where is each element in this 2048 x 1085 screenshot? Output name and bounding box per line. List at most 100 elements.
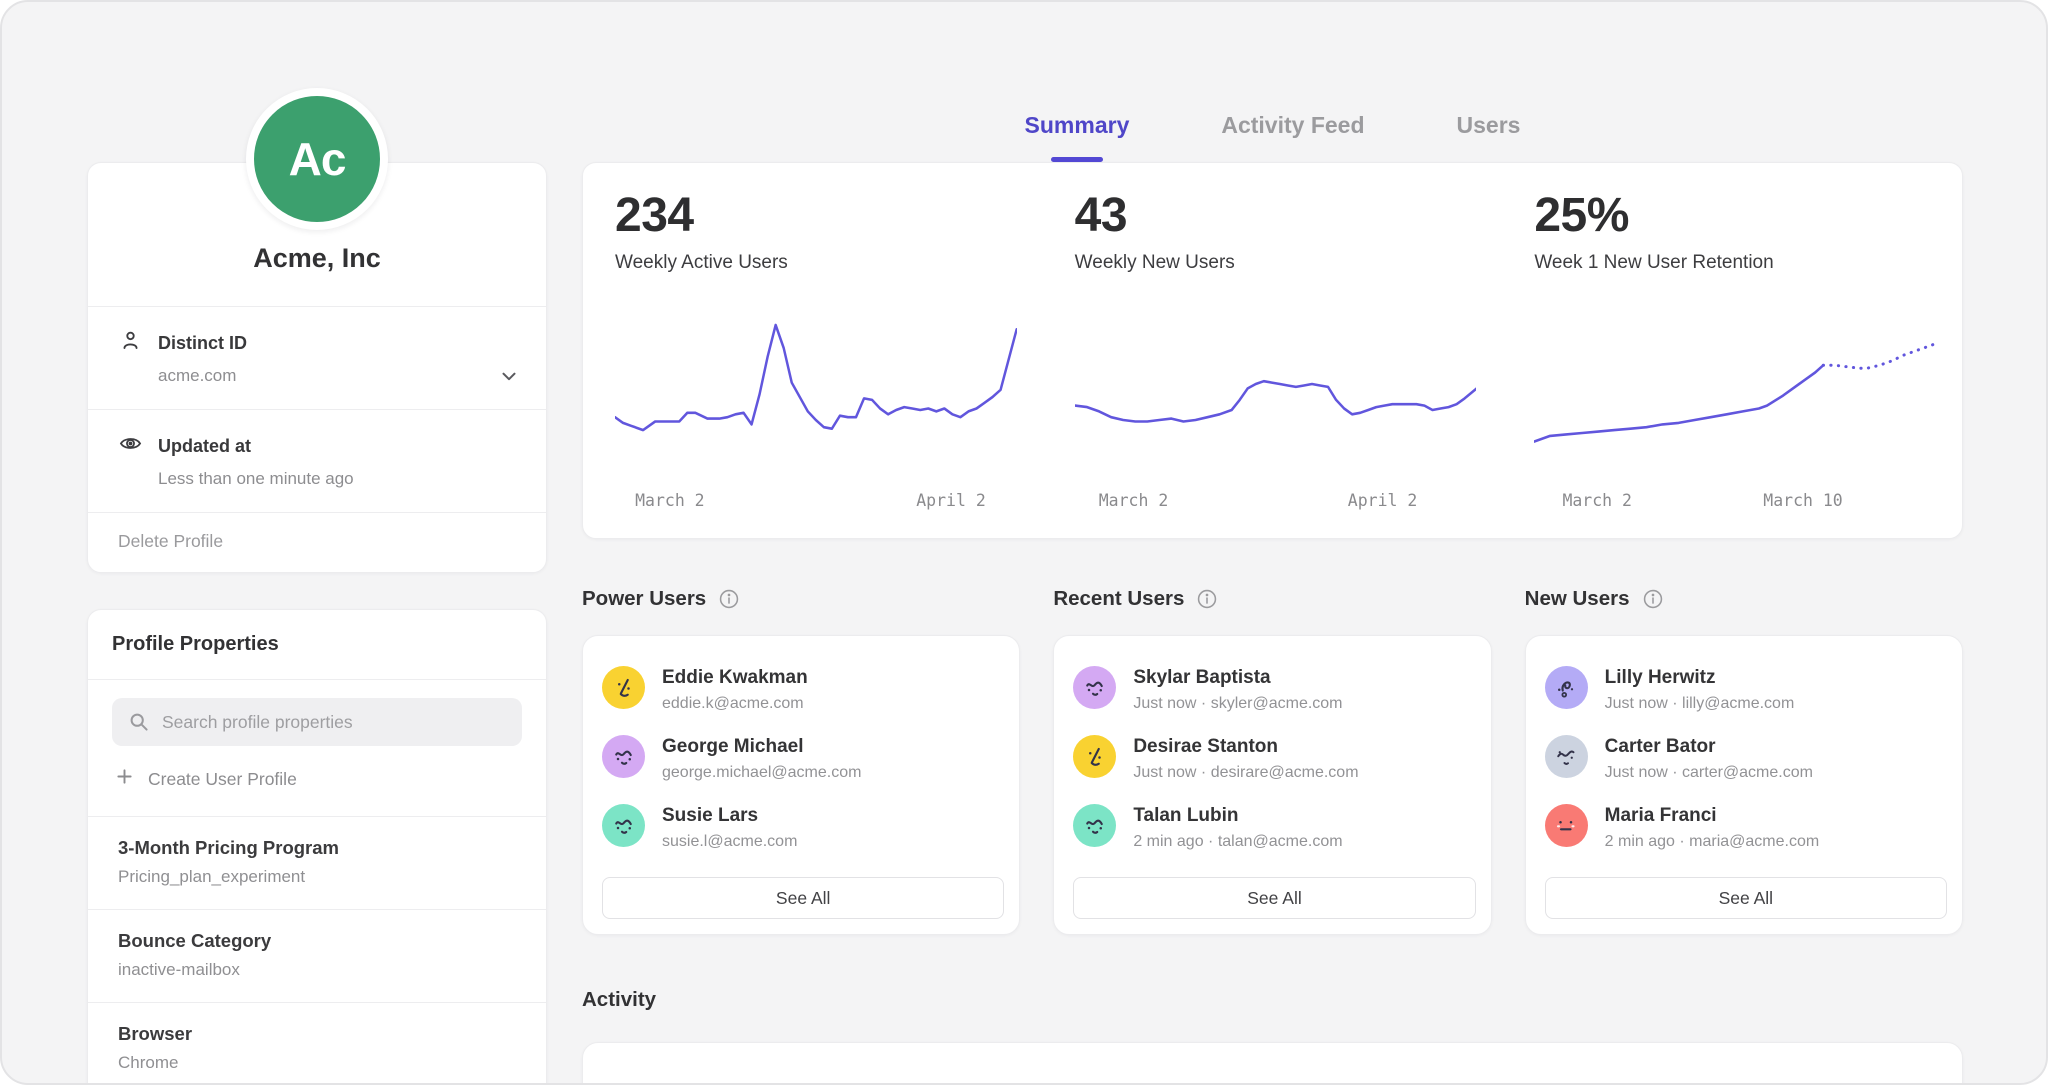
axis-tick-label: April 2	[916, 491, 986, 510]
user-meta: Just now · skyler@acme.com	[1133, 695, 1342, 713]
user-avatar	[1073, 735, 1116, 778]
field-value: Less than one minute ago	[158, 469, 522, 489]
user-avatar	[1545, 735, 1588, 778]
property-item-3-month-pricing-program[interactable]: 3-Month Pricing Program Pricing_plan_expe…	[88, 817, 546, 909]
user-name: Maria Franci	[1605, 804, 1820, 827]
activity-card: 234 240 3.4k	[582, 1042, 1963, 1085]
user-row-talan-lubin[interactable]: Talan Lubin 2 min ago · talan@acme.com	[1073, 804, 1475, 851]
section-title: Power Users	[582, 587, 706, 611]
activity-stat-value: 234	[615, 1075, 1017, 1085]
property-value: inactive-mailbox	[118, 960, 522, 980]
user-avatar	[1073, 666, 1116, 709]
main-content: Summary Activity Feed Users 234 Weekly Acti…	[582, 2, 1963, 1085]
user-name: Skylar Baptista	[1133, 666, 1342, 689]
user-meta: susie.l@acme.com	[662, 833, 797, 851]
user-name: Talan Lubin	[1133, 804, 1342, 827]
property-value: Pricing_plan_experiment	[118, 867, 522, 887]
delete-profile-button[interactable]: Delete Profile	[88, 513, 546, 572]
axis-tick-label: March 2	[1562, 491, 1632, 510]
user-sections: Power Users Eddie Kwakmaneddie.k@acme.com…	[582, 587, 1963, 935]
stat-label: Weekly New Users	[1075, 252, 1477, 274]
profile-fields: Distinct ID acme.com Updated at Less than o…	[88, 307, 546, 513]
company-avatar: Ac	[246, 88, 388, 230]
info-icon[interactable]	[1196, 588, 1218, 610]
stat-value: 234	[615, 188, 1017, 243]
info-icon[interactable]	[1642, 588, 1664, 610]
info-icon[interactable]	[718, 588, 740, 610]
user-name: Susie Lars	[662, 804, 797, 827]
property-label: 3-Month Pricing Program	[118, 837, 522, 859]
activity-stat-value: 240	[1075, 1075, 1477, 1085]
user-avatar	[602, 735, 645, 778]
person-icon	[118, 328, 143, 358]
tab-users[interactable]: Users	[1457, 105, 1521, 162]
property-item-bounce-category[interactable]: Bounce Category inactive-mailbox	[88, 910, 546, 1002]
field-label: Distinct ID	[158, 333, 247, 354]
chevron-down-icon[interactable]	[498, 365, 520, 392]
user-row-lilly-herwitz[interactable]: Lilly Herwitz Just now · lilly@acme.com	[1545, 666, 1947, 713]
user-row-carter-bator[interactable]: Carter BatorJust now · carter@acme.com	[1545, 735, 1947, 782]
plus-icon	[114, 766, 135, 792]
activity-stat: 3.4k	[1502, 1043, 1962, 1085]
user-row-eddie-kwakman[interactable]: Eddie Kwakmaneddie.k@acme.com	[602, 666, 1004, 713]
user-meta: Just now · carter@acme.com	[1605, 764, 1813, 782]
property-item-browser[interactable]: BrowserChrome	[88, 1003, 546, 1085]
user-meta: 2 min ago · talan@acme.com	[1133, 833, 1342, 851]
search-profile-properties-input[interactable]	[112, 698, 522, 746]
field-label: Updated at	[158, 436, 251, 457]
profile-properties-title: Profile Properties	[88, 610, 546, 679]
field-value: acme.com	[158, 366, 522, 386]
stat-weekly-new-users: 43Weekly New UsersMarch 2April 2	[1043, 163, 1503, 538]
search-icon	[127, 710, 151, 739]
axis-tick-label: March 10	[1763, 491, 1842, 510]
company-avatar-initials: Ac	[289, 132, 346, 186]
stat-week-1-new-user-retention: 25%Week 1 New User RetentionMarch 2March…	[1502, 163, 1962, 538]
user-meta: eddie.k@acme.com	[662, 695, 808, 713]
tab-activity-feed[interactable]: Activity Feed	[1221, 105, 1364, 162]
app-frame: Ac Acme, Inc Distinct IDacme.comUpdated …	[0, 0, 2048, 1085]
section-new-users: New UsersLilly HerwitzJust now · lilly@a…	[1525, 587, 1963, 935]
user-avatar	[602, 804, 645, 847]
user-row-maria-franci[interactable]: Maria Franci 2 min ago · maria@acme.com	[1545, 804, 1947, 851]
sparkline-chart	[1534, 321, 1936, 471]
user-meta: 2 min ago · maria@acme.com	[1605, 833, 1820, 851]
property-list: 3-Month Pricing Program Pricing_plan_expe…	[88, 817, 546, 1085]
property-value: Chrome	[118, 1053, 522, 1073]
user-row-desirae-stanton[interactable]: Desirae StantonJust now · desirare@acme.…	[1073, 735, 1475, 782]
user-name: George Michael	[662, 735, 861, 758]
user-avatar	[1545, 666, 1588, 709]
tab-bar: Summary Activity Feed Users	[582, 2, 1963, 162]
summary-card: 234Weekly Active UsersMarch 2April 243We…	[582, 162, 1963, 539]
user-row-skylar-baptista[interactable]: Skylar Baptista Just now · skyler@acme.co…	[1073, 666, 1475, 713]
axis-tick-label: March 2	[635, 491, 705, 510]
activity-section-title: Activity	[582, 988, 1963, 1012]
user-meta: george.michael@acme.com	[662, 764, 861, 782]
section-recent-users: Recent UsersSkylar BaptistaJust now · sk…	[1053, 587, 1491, 935]
user-row-susie-lars[interactable]: Susie Lars susie.l@acme.com	[602, 804, 1004, 851]
property-label: Bounce Category	[118, 930, 522, 952]
user-row-george-michael[interactable]: George Michael george.michael@acme.com	[602, 735, 1004, 782]
user-avatar	[602, 666, 645, 709]
stat-weekly-active-users: 234 Weekly Active Users March 2 April 2	[583, 163, 1043, 538]
create-user-profile-button[interactable]: Create User Profile	[88, 746, 546, 816]
stat-label: Weekly Active Users	[615, 252, 1017, 274]
see-all-button[interactable]: See All	[1073, 877, 1475, 919]
user-avatar	[1545, 804, 1588, 847]
axis-tick-label: April 2	[1348, 491, 1418, 510]
users-card: Skylar Baptista Just now · skyler@acme.co…	[1053, 635, 1491, 935]
user-name: Desirae Stanton	[1133, 735, 1358, 758]
section-power-users: Power Users Eddie Kwakmaneddie.k@acme.com…	[582, 587, 1020, 935]
users-card: Eddie Kwakmaneddie.k@acme.com George Mich…	[582, 635, 1020, 935]
tab-summary[interactable]: Summary	[1025, 105, 1130, 162]
stat-label: Week 1 New User Retention	[1534, 252, 1936, 274]
profile-field-distinct-id: Distinct ID acme.com	[88, 307, 546, 409]
profile-field-updated-at: Updated at Less than one minute ago	[88, 410, 546, 512]
sparkline-chart	[615, 321, 1017, 471]
see-all-button[interactable]: See All	[602, 877, 1004, 919]
see-all-button[interactable]: See All	[1545, 877, 1947, 919]
profile-sidebar: Ac Acme, Inc Distinct IDacme.comUpdated …	[87, 2, 547, 1085]
activity-stat-value: 3.4k	[1534, 1075, 1936, 1085]
user-meta: Just now · lilly@acme.com	[1605, 695, 1795, 713]
user-name: Lilly Herwitz	[1605, 666, 1795, 689]
activity-stat: 234	[583, 1043, 1043, 1085]
